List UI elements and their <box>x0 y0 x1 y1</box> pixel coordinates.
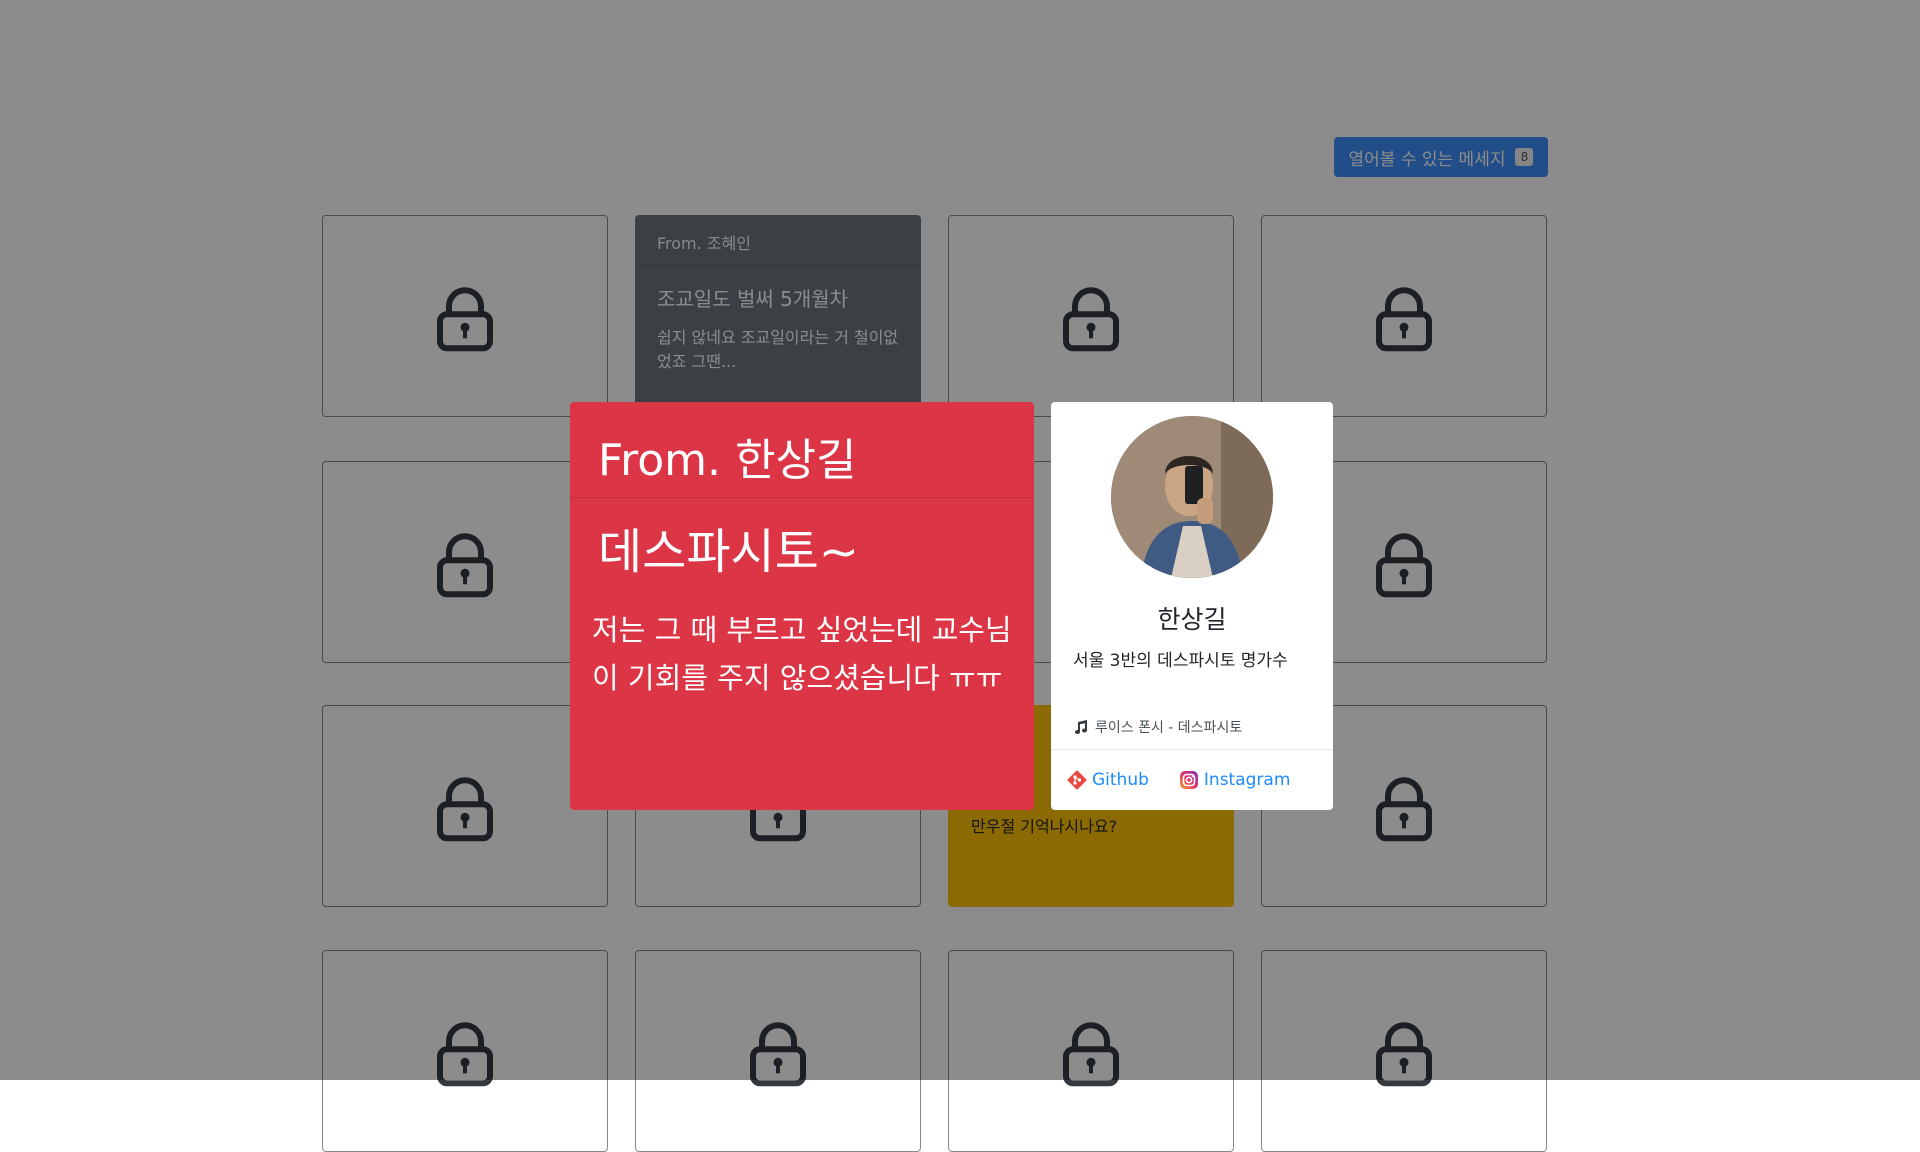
music-info: 루이스 폰시 - 데스파시토 <box>1073 717 1242 737</box>
profile-name: 한상길 <box>1157 605 1227 634</box>
profile-links: Github Instagram <box>1051 749 1333 810</box>
github-label: Github <box>1092 770 1149 790</box>
avatar <box>1111 416 1273 578</box>
instagram-link[interactable]: Instagram <box>1179 770 1291 790</box>
git-icon <box>1067 770 1087 790</box>
modal-text: 저는 그 때 부르고 싶었는데 교수님이 기회를 주지 않으셨습니다 ㅠㅠ <box>592 613 1012 695</box>
modal-title: 데스파시토~ <box>598 524 860 580</box>
music-note-icon <box>1075 720 1088 735</box>
music-label: 루이스 폰시 - 데스파시토 <box>1095 720 1243 736</box>
message-modal: From. 한상길 데스파시토~ 저는 그 때 부르고 싶었는데 교수님이 기회… <box>570 402 1034 810</box>
github-link[interactable]: Github <box>1067 770 1149 790</box>
modal-from: From. 한상길 <box>570 402 1034 498</box>
avatar-portrait <box>1111 416 1273 578</box>
profile-description: 서울 3반의 데스파시토 명가수 <box>1073 651 1288 671</box>
instagram-label: Instagram <box>1203 770 1291 790</box>
profile-card: 한상길 서울 3반의 데스파시토 명가수 루이스 폰시 - 데스파시토 Gith… <box>1051 402 1333 810</box>
instagram-icon <box>1179 771 1198 789</box>
